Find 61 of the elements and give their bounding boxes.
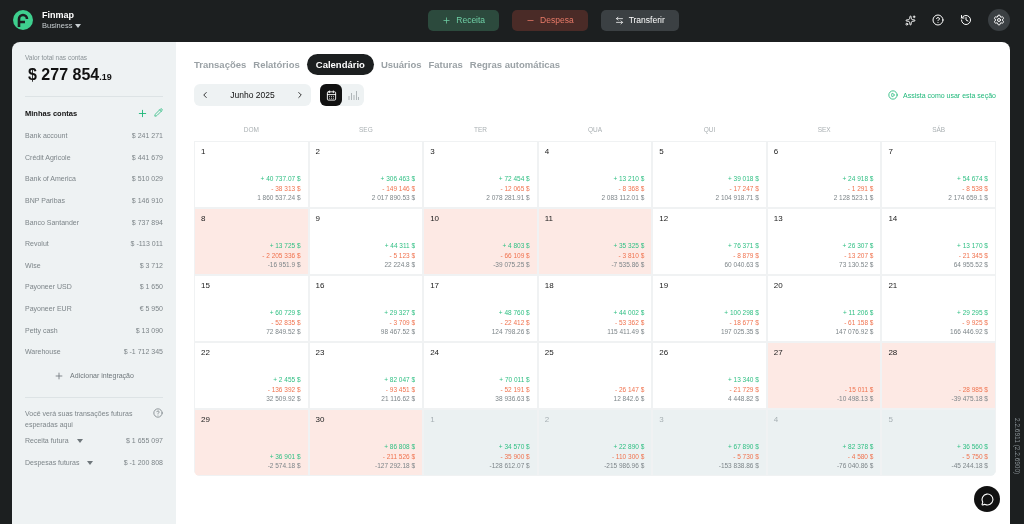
settings-icon xyxy=(993,14,1005,26)
day-number: 23 xyxy=(315,348,326,357)
sparkle-icon[interactable] xyxy=(905,14,916,26)
chat-icon xyxy=(980,492,994,506)
day-number: 1 xyxy=(201,147,207,156)
arrows-icon xyxy=(614,15,624,25)
calendar-view-button[interactable] xyxy=(320,84,342,106)
day-number: 6 xyxy=(773,147,780,156)
month-label: Junho 2025 xyxy=(230,90,275,100)
total-amount: $ 277 854.19 xyxy=(28,66,113,84)
day-number: 15 xyxy=(201,281,211,290)
caret-icon xyxy=(87,460,94,465)
day-number: 11 xyxy=(544,214,554,223)
next-month-button[interactable] xyxy=(295,90,305,100)
day-number: 4 xyxy=(544,147,551,156)
day-number: 10 xyxy=(430,214,441,223)
day-number: 4 xyxy=(773,415,780,424)
expense-button[interactable]: Despesa xyxy=(512,9,588,31)
day-number: 2 xyxy=(544,415,551,424)
day-number: 21 xyxy=(888,281,899,290)
day-number: 14 xyxy=(888,214,899,223)
day-number: 2 xyxy=(315,147,321,156)
day-number: 12 xyxy=(659,214,670,223)
day-number: 20 xyxy=(773,281,784,290)
day-number: 5 xyxy=(888,415,894,424)
day-number: 5 xyxy=(659,147,665,156)
chevron-left-icon xyxy=(200,90,210,100)
day-number: 28 xyxy=(888,348,899,357)
play-icon xyxy=(888,90,898,100)
day-number: 29 xyxy=(201,415,211,424)
day-number: 13 xyxy=(773,214,784,223)
previous-month-button[interactable] xyxy=(200,90,210,100)
day-number: 24 xyxy=(430,348,441,357)
calendar-icon xyxy=(325,89,337,101)
settings-button[interactable] xyxy=(988,9,1010,31)
plus-icon xyxy=(54,370,65,381)
chevron-right-icon xyxy=(295,90,305,100)
day-number: 18 xyxy=(544,281,555,290)
day-number: 27 xyxy=(773,348,784,357)
day-number: 17 xyxy=(430,281,441,290)
logo-icon xyxy=(12,9,34,31)
transfer-button[interactable]: Transferir xyxy=(600,9,679,31)
day-number: 30 xyxy=(315,415,326,424)
plus-icon xyxy=(442,15,452,25)
day-number: 7 xyxy=(888,147,894,156)
day-number: 3 xyxy=(430,147,436,156)
app-name: Finmap xyxy=(42,10,75,20)
day-number: 25 xyxy=(544,348,555,357)
day-number: 9 xyxy=(315,214,321,223)
day-number: 1 xyxy=(430,415,436,424)
bar-chart-icon xyxy=(347,90,359,100)
day-number: 26 xyxy=(659,348,670,357)
income-button[interactable]: Receita xyxy=(428,9,500,31)
day-number: 8 xyxy=(201,214,207,223)
caret-icon xyxy=(75,23,82,28)
tab[interactable]: Calendário xyxy=(306,54,374,75)
day-number: 19 xyxy=(659,281,670,290)
day-number: 16 xyxy=(315,281,326,290)
history-icon[interactable] xyxy=(960,14,972,26)
day-number: 22 xyxy=(201,348,211,357)
caret-icon xyxy=(76,438,83,443)
